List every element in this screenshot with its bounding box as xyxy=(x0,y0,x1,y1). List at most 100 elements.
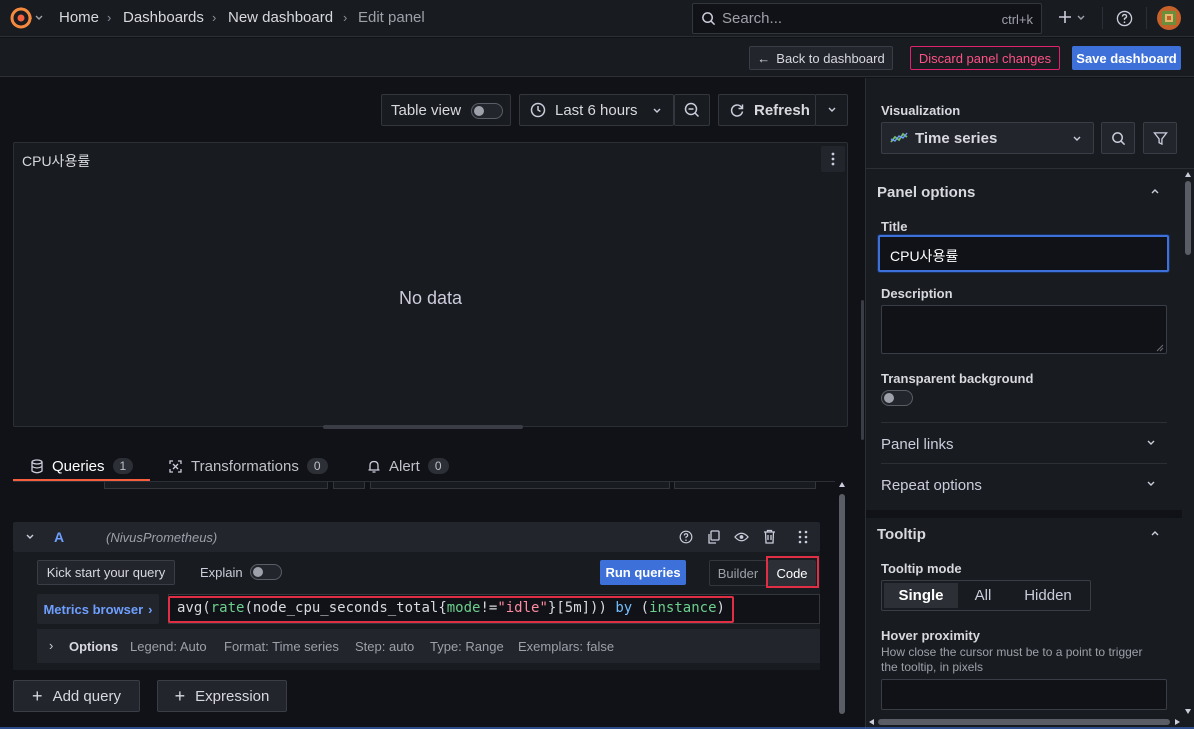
table-view-toggle[interactable]: Table view xyxy=(381,94,511,126)
title-input[interactable]: CPU사용률 xyxy=(878,235,1169,272)
chevron-down-icon[interactable] xyxy=(25,532,35,542)
hover-proximity-input[interactable] xyxy=(881,679,1167,710)
scroll-right-icon[interactable] xyxy=(1175,719,1180,725)
database-icon xyxy=(30,458,44,474)
breadcrumb-dashboards[interactable]: Dashboards xyxy=(123,9,204,26)
eye-icon[interactable] xyxy=(734,531,749,543)
chevron-up-icon[interactable] xyxy=(1150,528,1160,538)
scroll-down-icon[interactable] xyxy=(1185,709,1191,714)
scroll-left-icon[interactable] xyxy=(869,719,874,725)
add-query-button[interactable]: + Add query xyxy=(13,680,140,712)
avatar[interactable] xyxy=(1157,6,1181,30)
grafana-logo-icon[interactable] xyxy=(9,6,33,30)
breadcrumb-separator: › xyxy=(212,10,217,25)
discard-label: Discard panel changes xyxy=(918,50,1052,66)
scroll-up-icon[interactable] xyxy=(839,482,845,487)
query-options-row[interactable]: › Options Legend: Auto Format: Time seri… xyxy=(37,629,820,663)
query-datasource-name: (NivusPrometheus) xyxy=(106,530,218,545)
back-to-dashboard-button[interactable]: ← Back to dashboard xyxy=(749,46,893,70)
query-options-fragment xyxy=(333,482,365,489)
scrollbar-thumb[interactable] xyxy=(878,719,1170,725)
breadcrumb-home[interactable]: Home xyxy=(59,9,99,26)
resize-grip-icon[interactable] xyxy=(1156,344,1164,352)
query-ref-id[interactable]: A xyxy=(54,529,64,545)
search-options-button[interactable] xyxy=(1101,122,1135,154)
bell-icon xyxy=(367,459,381,474)
clock-icon xyxy=(530,102,546,118)
expression-label: Expression xyxy=(195,687,270,705)
tooltip-header[interactable]: Tooltip xyxy=(877,526,926,543)
repeat-options-header[interactable]: Repeat options xyxy=(881,477,982,494)
search-input[interactable]: Search... ctrl+k xyxy=(692,3,1042,34)
help-icon[interactable] xyxy=(1116,10,1133,27)
tab-alert[interactable]: Alert 0 xyxy=(367,452,449,480)
scrollbar-thumb[interactable] xyxy=(1185,181,1191,255)
edit-panel-action-bar: ← Back to dashboard Discard panel change… xyxy=(0,38,1194,77)
panel-options-header[interactable]: Panel options xyxy=(877,184,975,201)
visualization-value: Time series xyxy=(915,130,998,147)
refresh-button[interactable]: Refresh xyxy=(718,94,816,126)
chevron-down-icon[interactable] xyxy=(1146,438,1156,448)
run-queries-button[interactable]: Run queries xyxy=(600,560,686,585)
table-view-switch[interactable] xyxy=(471,103,503,119)
query-scrollbar[interactable] xyxy=(836,482,848,729)
query-row-header[interactable]: A (NivusPrometheus) xyxy=(13,522,820,552)
refresh-interval-dropdown[interactable] xyxy=(815,94,848,126)
description-label: Description xyxy=(881,286,953,301)
copy-icon[interactable] xyxy=(707,530,721,544)
options-scrollbar[interactable] xyxy=(1183,169,1194,717)
panel-menu-icon[interactable] xyxy=(821,146,845,172)
scroll-up-icon[interactable] xyxy=(1185,172,1191,177)
filter-options-button[interactable] xyxy=(1143,122,1177,154)
arrow-left-icon: ← xyxy=(757,50,771,66)
panel-resize-handle[interactable] xyxy=(323,425,523,429)
kick-start-query-button[interactable]: Kick start your query xyxy=(37,560,175,585)
trash-icon[interactable] xyxy=(763,529,776,544)
save-dashboard-button[interactable]: Save dashboard xyxy=(1072,46,1181,70)
panel-links-header[interactable]: Panel links xyxy=(881,436,954,453)
discard-panel-changes-button[interactable]: Discard panel changes xyxy=(910,46,1060,70)
visualization-picker[interactable]: Time series xyxy=(881,122,1094,154)
builder-mode-button[interactable]: Builder xyxy=(709,560,767,586)
tooltip-mode-all[interactable]: All xyxy=(960,583,1006,608)
metrics-browser-label: Metrics browser xyxy=(43,601,144,617)
tab-queries-count: 1 xyxy=(112,458,134,474)
chevron-down-icon[interactable] xyxy=(1076,13,1086,23)
plus-icon[interactable] xyxy=(1058,10,1072,24)
top-nav-bar: Home › Dashboards › New dashboard › Edit… xyxy=(0,0,1194,37)
scrollbar-thumb[interactable] xyxy=(839,494,845,714)
drag-handle-icon[interactable] xyxy=(798,530,808,544)
zoom-out-button[interactable] xyxy=(674,94,710,126)
explain-toggle[interactable] xyxy=(250,564,282,580)
chevron-right-icon: › xyxy=(49,638,54,653)
code-mode-highlight xyxy=(766,556,819,588)
tooltip-mode-hidden[interactable]: Hidden xyxy=(1008,583,1088,608)
add-expression-button[interactable]: + Expression xyxy=(157,680,287,712)
builder-label: Builder xyxy=(717,565,759,581)
kick-start-label: Kick start your query xyxy=(46,565,166,580)
chevron-down-icon[interactable] xyxy=(1146,479,1156,489)
filter-icon xyxy=(1152,131,1168,146)
help-icon[interactable] xyxy=(679,530,693,544)
metrics-browser-button[interactable]: Metrics browser › xyxy=(37,594,159,624)
panel-title: CPU사용률 xyxy=(22,153,91,169)
splitter-handle[interactable] xyxy=(861,300,864,440)
transparent-background-label: Transparent background xyxy=(881,371,1034,386)
description-textarea[interactable] xyxy=(881,305,1167,354)
legend-option: Legend: Auto xyxy=(130,639,207,654)
chevron-down-icon[interactable] xyxy=(34,13,44,23)
plus-icon: + xyxy=(32,685,43,706)
breadcrumb-new-dashboard[interactable]: New dashboard xyxy=(228,9,333,26)
transparent-background-toggle[interactable] xyxy=(881,390,913,406)
time-range-picker[interactable]: Last 6 hours xyxy=(519,94,674,126)
tab-alert-label: Alert xyxy=(389,457,420,475)
hover-proximity-description: How close the cursor must be to a point … xyxy=(881,645,1143,674)
back-to-dashboard-label: Back to dashboard xyxy=(776,50,885,66)
search-placeholder: Search... xyxy=(722,10,783,27)
refresh-icon xyxy=(729,102,745,118)
tab-queries[interactable]: Queries 1 xyxy=(30,452,134,480)
tooltip-mode-single[interactable]: Single xyxy=(884,583,958,608)
chevron-up-icon[interactable] xyxy=(1150,186,1160,196)
tab-transformations[interactable]: Transformations 0 xyxy=(168,452,328,480)
search-shortcut: ctrl+k xyxy=(1001,12,1033,27)
